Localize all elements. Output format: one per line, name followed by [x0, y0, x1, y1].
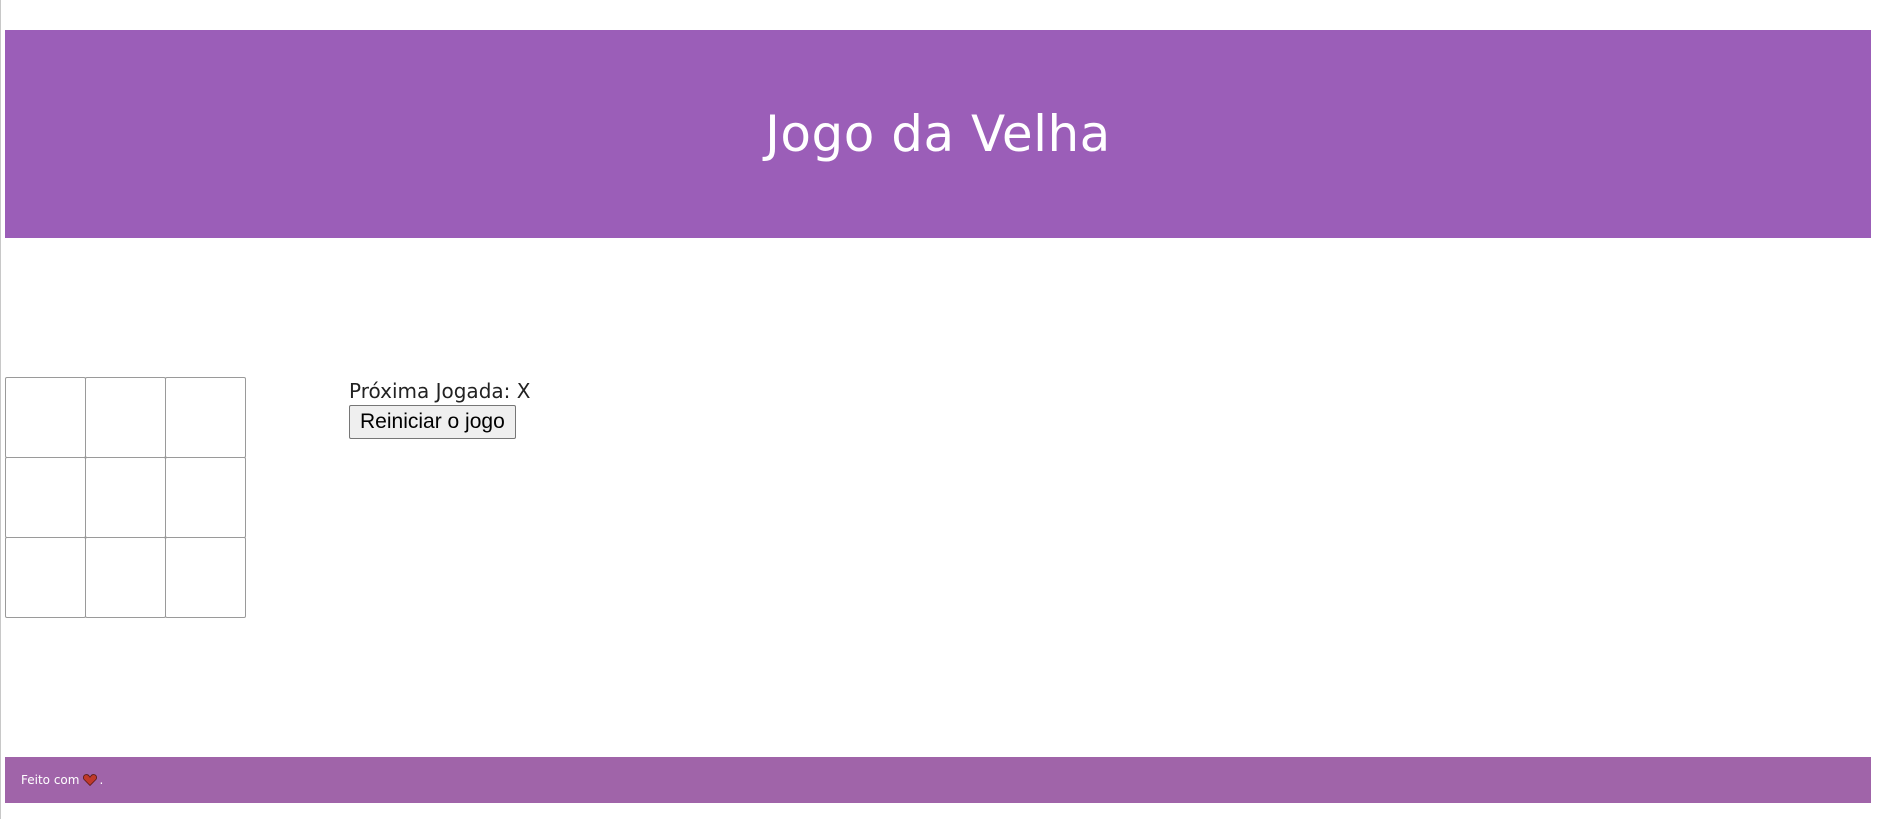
board-cell-5[interactable]: [85, 457, 166, 538]
footer-prefix: Feito com: [21, 773, 80, 787]
page: Jogo da Velha Próxima Jogada: X Reinicia…: [0, 0, 1879, 819]
next-move-status: Próxima Jogada: X: [349, 379, 531, 403]
board-cell-8[interactable]: [85, 537, 166, 618]
restart-button[interactable]: Reiniciar o jogo: [349, 405, 516, 439]
board-cell-1[interactable]: [5, 377, 86, 458]
board-cell-7[interactable]: [5, 537, 86, 618]
board-cell-9[interactable]: [165, 537, 246, 618]
page-footer: Feito com .: [5, 757, 1871, 803]
board-cell-4[interactable]: [5, 457, 86, 538]
board-cell-3[interactable]: [165, 377, 246, 458]
footer-text: Feito com .: [21, 773, 103, 787]
footer-suffix: .: [99, 773, 104, 787]
board-cell-6[interactable]: [165, 457, 246, 538]
page-title: Jogo da Velha: [765, 105, 1111, 163]
heart-icon: [83, 774, 98, 787]
game-board: [5, 377, 246, 618]
board-cell-2[interactable]: [85, 377, 166, 458]
page-header: Jogo da Velha: [5, 30, 1871, 238]
